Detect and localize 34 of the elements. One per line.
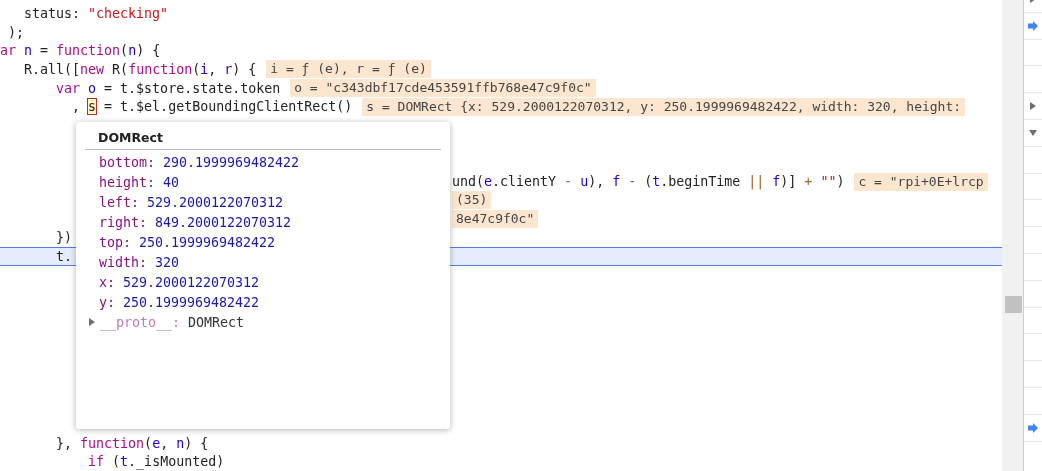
collapsed-triangle-icon[interactable] <box>1028 101 1038 112</box>
inline-value: c = "rpi+0E+lrcp <box>854 172 988 191</box>
arrow-icon <box>1028 422 1038 433</box>
code-line: if (t._isMounted) <box>87 454 225 470</box>
code-line: status: "checking" <box>23 5 169 21</box>
code-line: ar n = function(n) { <box>0 43 161 59</box>
inline-value: s = DOMRect {x: 529.2000122070312, y: 250.1999969482422, width: 320, height: <box>362 97 966 116</box>
code-line: var o = t.$store.state.token <box>55 80 281 96</box>
code-line: R.all([new R(function(i, r) { <box>23 61 257 77</box>
scrollbar[interactable] <box>1002 0 1023 471</box>
code-line: , s = t.$el.getBoundingClientRect() <box>71 99 353 115</box>
inline-value: 8e47c9f0c" <box>452 209 539 228</box>
collapsed-triangle-icon[interactable] <box>87 317 97 327</box>
inline-value: (35) <box>452 191 492 210</box>
property-row-text: x: 529.2000122070312 <box>98 273 261 292</box>
property-row-text: top: 250.1999969482422 <box>98 233 277 252</box>
inline-value: o = "c343dbf17cde453591ffb768e47c9f0c" <box>290 79 596 98</box>
code-line: ); <box>7 24 25 40</box>
property-row-text: left: 529.2000122070312 <box>98 193 285 212</box>
popover-title: DOMRect <box>85 130 441 150</box>
proto-row[interactable]: __proto__: DOMRect <box>100 314 253 330</box>
scrollbar-thumb[interactable] <box>1005 296 1023 313</box>
expanded-triangle-icon[interactable] <box>1028 127 1038 138</box>
arrow-icon <box>1028 20 1038 31</box>
property-row-text: bottom: 290.1999969482422 <box>98 153 301 172</box>
code-line: t. <box>55 248 73 264</box>
code-line: }, function(e, n) { <box>55 435 209 451</box>
property-row-text: width: 320 <box>98 253 181 272</box>
property-row-text: right: 849.2000122070312 <box>98 213 293 232</box>
inline-value: i = ƒ (e), r = ƒ (e) <box>266 60 431 79</box>
code-line: }) <box>55 230 73 246</box>
property-row-text: y: 250.1999969482422 <box>98 293 261 312</box>
code-line: und(e.clientY - u), f - (t.beginTime || f)] + "") <box>452 174 845 190</box>
property-row-text: height: 40 <box>98 173 181 192</box>
